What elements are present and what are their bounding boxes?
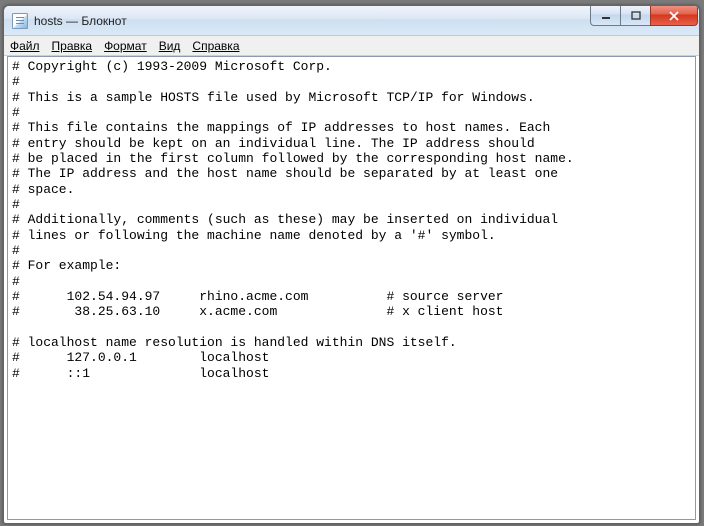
editor-frame: # Copyright (c) 1993-2009 Microsoft Corp… bbox=[7, 56, 696, 520]
maximize-button[interactable] bbox=[620, 6, 650, 26]
minimize-icon bbox=[601, 11, 611, 21]
text-editor[interactable]: # Copyright (c) 1993-2009 Microsoft Corp… bbox=[8, 57, 695, 519]
maximize-icon bbox=[631, 11, 641, 21]
window-title: hosts — Блокнот bbox=[34, 14, 127, 28]
titlebar[interactable]: hosts — Блокнот bbox=[4, 6, 699, 36]
notepad-icon bbox=[12, 13, 28, 29]
notepad-window: hosts — Блокнот Файл Правка Формат Вид С… bbox=[3, 5, 700, 524]
window-controls bbox=[590, 6, 698, 26]
menubar: Файл Правка Формат Вид Справка bbox=[4, 36, 699, 56]
menu-edit[interactable]: Правка bbox=[52, 39, 93, 53]
menu-help[interactable]: Справка bbox=[192, 39, 239, 53]
menu-view[interactable]: Вид bbox=[159, 39, 181, 53]
minimize-button[interactable] bbox=[590, 6, 620, 26]
close-icon bbox=[668, 11, 680, 21]
menu-format[interactable]: Формат bbox=[104, 39, 147, 53]
menu-file[interactable]: Файл bbox=[10, 39, 40, 53]
close-button[interactable] bbox=[650, 6, 698, 26]
